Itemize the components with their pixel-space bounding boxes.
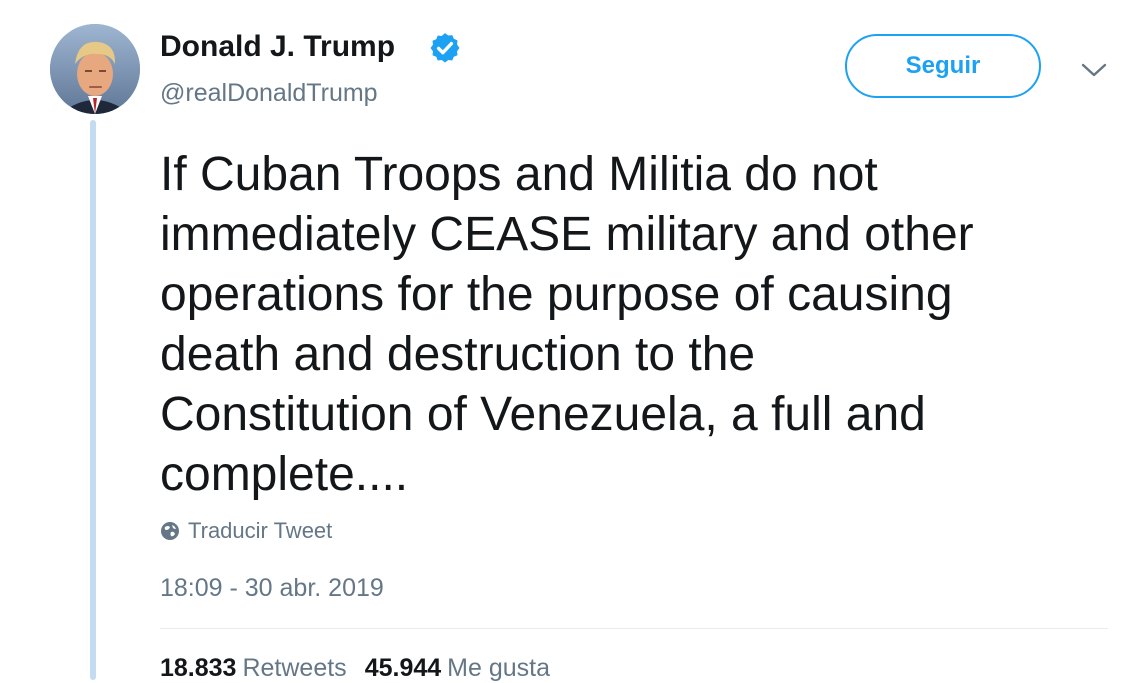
likes-label: Me gusta: [447, 654, 550, 682]
chevron-down-icon: [1081, 63, 1107, 77]
tweet-stats: 18.833 Retweets 45.944 Me gusta: [160, 654, 550, 683]
tweet-menu-button[interactable]: [1074, 52, 1114, 88]
tweet-text: If Cuban Troops and Militia do not immed…: [160, 148, 974, 501]
verified-badge-icon: [430, 33, 460, 63]
user-handle[interactable]: @realDonaldTrump: [160, 79, 378, 108]
likes-count: 45.944: [364, 654, 442, 682]
avatar[interactable]: [50, 24, 140, 114]
translate-label: Traducir Tweet: [188, 518, 333, 543]
retweets-count: 18.833: [160, 654, 237, 682]
display-name[interactable]: Donald J. Trump: [160, 30, 395, 64]
tweet-timestamp[interactable]: 18:09 - 30 abr. 2019: [160, 574, 384, 603]
tweet-container: Donald J. Trump @realDonaldTrump Seguir …: [0, 0, 1140, 683]
divider: [160, 628, 1108, 629]
thread-line: [90, 120, 96, 680]
globe-icon: [161, 522, 179, 540]
translate-tweet-link[interactable]: Traducir Tweet: [160, 518, 332, 544]
likes-stat[interactable]: 45.944 Me gusta: [365, 654, 550, 683]
profile-photo: [50, 24, 140, 114]
follow-button[interactable]: Seguir: [845, 34, 1041, 98]
retweets-label: Retweets: [242, 654, 347, 682]
retweets-stat[interactable]: 18.833 Retweets: [160, 654, 347, 683]
